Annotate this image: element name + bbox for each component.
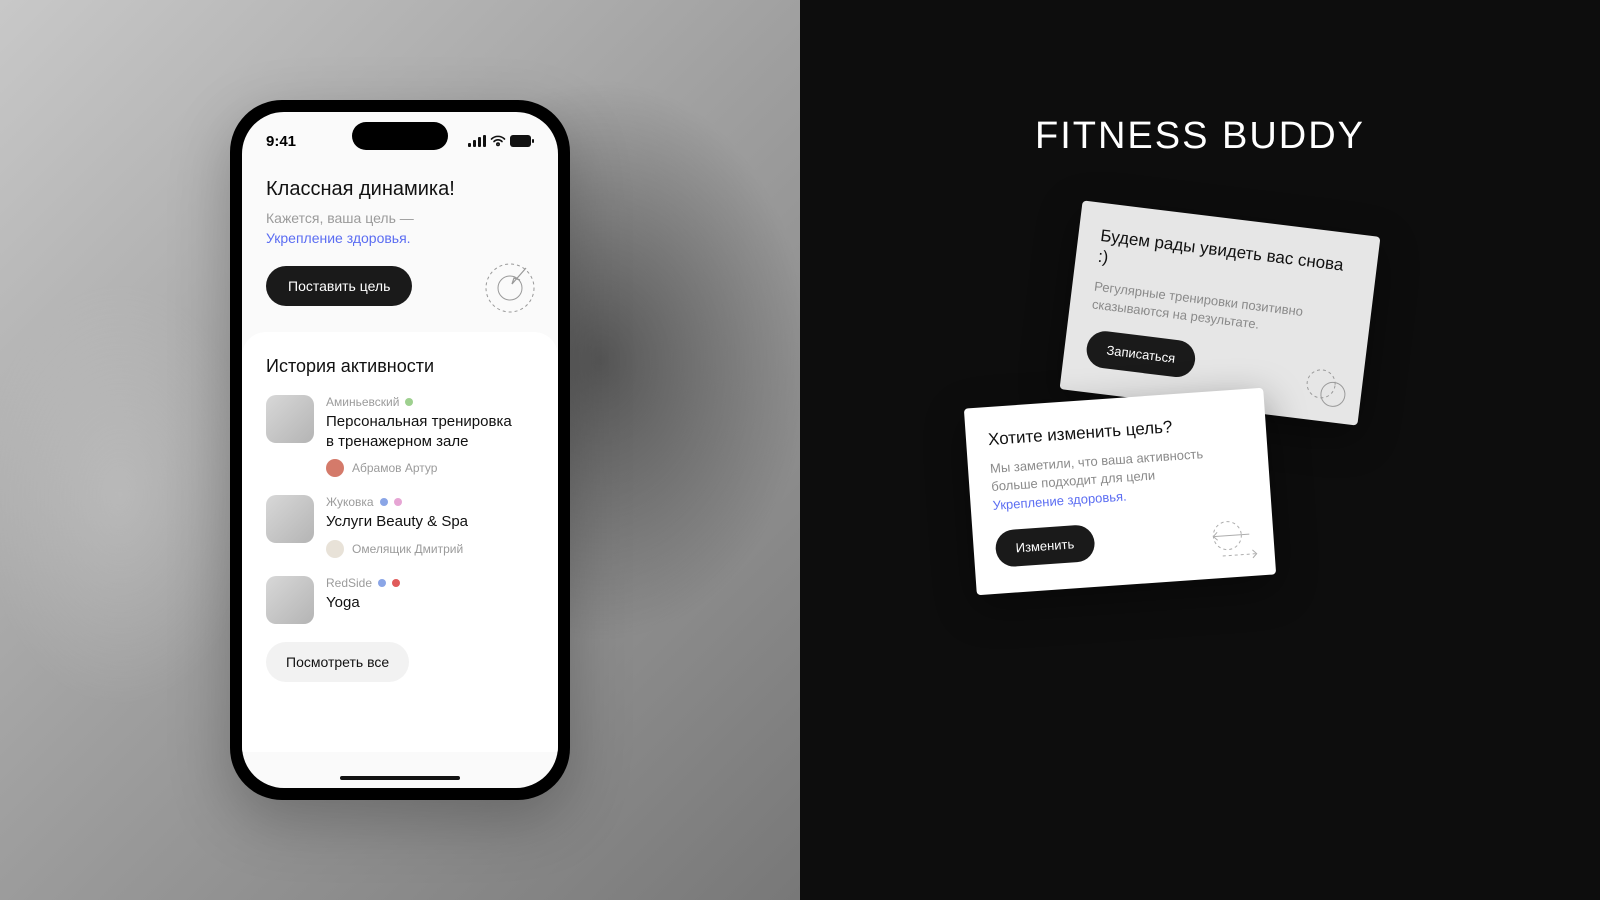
activity-item[interactable]: Жуковка Услуги Beauty & Spa Омелящик Дми… [266, 495, 534, 558]
phone-screen: 9:41 Классная динамика! Кажется, ваша це… [242, 112, 558, 788]
wifi-icon [490, 135, 506, 147]
change-button[interactable]: Изменить [994, 524, 1095, 568]
hero-section: Классная динамика! Кажется, ваша цель — … [242, 156, 558, 332]
trainer-name: Омелящик Дмитрий [352, 542, 463, 556]
activity-location: Аминьевский [326, 395, 399, 409]
trainer-avatar [326, 540, 344, 558]
left-panel: 9:41 Классная динамика! Кажется, ваша це… [0, 0, 800, 900]
activity-name: Услуги Beauty & Spa [326, 512, 534, 532]
activity-location: Жуковка [326, 495, 374, 509]
status-icons [468, 135, 534, 147]
history-section: История активности Аминьевский Персональ… [242, 332, 558, 752]
activity-location: RedSide [326, 576, 372, 590]
signup-button[interactable]: Записаться [1085, 329, 1198, 379]
status-dot [394, 498, 402, 506]
hero-title: Классная динамика! [266, 178, 534, 201]
status-dot [380, 498, 388, 506]
target-icon [482, 258, 538, 314]
set-goal-button[interactable]: Поставить цель [266, 266, 412, 306]
activity-name: Yoga [326, 593, 534, 613]
card-subtitle: Мы заметили, что ваша активность больше … [990, 442, 1249, 514]
trainer-name: Абрамов Артур [352, 461, 437, 475]
hero-subtitle-prefix: Кажется, ваша цель — [266, 210, 414, 226]
right-panel: FITNESS BUDDY Будем рады увидеть вас сно… [800, 0, 1600, 900]
activity-item[interactable]: Аминьевский Персональная тренировка в тр… [266, 395, 534, 477]
status-time: 9:41 [266, 133, 296, 150]
activity-item[interactable]: RedSide Yoga [266, 576, 534, 624]
card-change-goal: Хотите изменить цель? Мы заметили, что в… [964, 388, 1276, 595]
cellular-icon [468, 135, 486, 147]
activity-thumb [266, 395, 314, 443]
hero-subtitle-link[interactable]: Укрепление здоровья. [266, 230, 411, 246]
home-indicator[interactable] [340, 776, 460, 780]
activity-thumb [266, 576, 314, 624]
arrows-icon [1202, 515, 1261, 565]
hero-subtitle: Кажется, ваша цель — Укрепление здоровья… [266, 209, 534, 248]
history-title: История активности [266, 356, 534, 377]
dynamic-island [352, 122, 448, 150]
status-dot [392, 579, 400, 587]
activity-name: Персональная тренировка в тренажерном за… [326, 412, 534, 451]
status-dot [378, 579, 386, 587]
brand-title: FITNESS BUDDY [1035, 115, 1365, 158]
see-all-button[interactable]: Посмотреть все [266, 642, 409, 682]
trainer-avatar [326, 459, 344, 477]
activity-thumb [266, 495, 314, 543]
battery-icon [510, 135, 534, 147]
phone-frame: 9:41 Классная динамика! Кажется, ваша це… [230, 100, 570, 800]
circles-icon [1301, 365, 1350, 410]
status-dot [405, 398, 413, 406]
